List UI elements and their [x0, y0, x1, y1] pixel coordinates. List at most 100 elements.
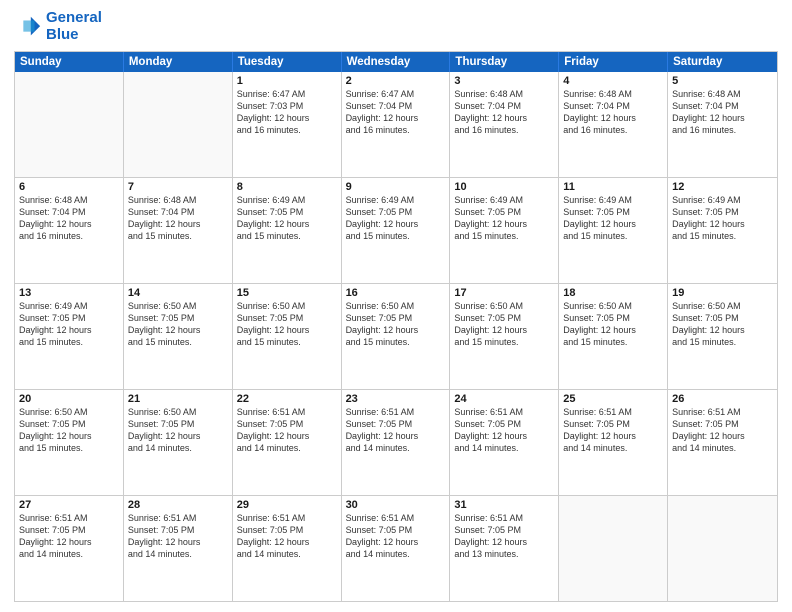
day-number: 2: [346, 75, 446, 87]
calendar-body: 1Sunrise: 6:47 AM Sunset: 7:03 PM Daylig…: [15, 72, 777, 601]
day-number: 4: [563, 75, 663, 87]
day-info: Sunrise: 6:49 AM Sunset: 7:05 PM Dayligh…: [454, 194, 554, 243]
calendar-day: 29Sunrise: 6:51 AM Sunset: 7:05 PM Dayli…: [233, 496, 342, 601]
day-info: Sunrise: 6:51 AM Sunset: 7:05 PM Dayligh…: [454, 512, 554, 561]
day-info: Sunrise: 6:48 AM Sunset: 7:04 PM Dayligh…: [563, 88, 663, 137]
day-number: 29: [237, 499, 337, 511]
calendar-day: 26Sunrise: 6:51 AM Sunset: 7:05 PM Dayli…: [668, 390, 777, 495]
calendar-day: 13Sunrise: 6:49 AM Sunset: 7:05 PM Dayli…: [15, 284, 124, 389]
calendar-day: 15Sunrise: 6:50 AM Sunset: 7:05 PM Dayli…: [233, 284, 342, 389]
calendar-day: 12Sunrise: 6:49 AM Sunset: 7:05 PM Dayli…: [668, 178, 777, 283]
day-number: 12: [672, 181, 773, 193]
weekday-header: Sunday: [15, 52, 124, 72]
weekday-header: Thursday: [450, 52, 559, 72]
calendar-week: 27 Sunrise: 6:51 AM Sunset: 7:05 PM Dayli…: [15, 496, 777, 601]
day-number: 27: [19, 499, 119, 511]
day-info: Sunrise: 6:50 AM Sunset: 7:05 PM Dayligh…: [237, 300, 337, 349]
calendar-day: 20Sunrise: 6:50 AM Sunset: 7:05 PM Dayli…: [15, 390, 124, 495]
day-number: 8: [237, 181, 337, 193]
calendar-day: 24Sunrise: 6:51 AM Sunset: 7:05 PM Dayli…: [450, 390, 559, 495]
weekday-header: Monday: [124, 52, 233, 72]
calendar-day: 3Sunrise: 6:48 AM Sunset: 7:04 PM Daylig…: [450, 72, 559, 177]
day-number: 19: [672, 287, 773, 299]
calendar-day: 7Sunrise: 6:48 AM Sunset: 7:04 PM Daylig…: [124, 178, 233, 283]
header: General Blue: [14, 10, 778, 43]
day-info: Sunrise: 6:50 AM Sunset: 7:05 PM Dayligh…: [454, 300, 554, 349]
calendar-day: 11Sunrise: 6:49 AM Sunset: 7:05 PM Dayli…: [559, 178, 668, 283]
day-info: Sunrise: 6:48 AM Sunset: 7:04 PM Dayligh…: [454, 88, 554, 137]
day-info: Sunrise: 6:51 AM Sunset: 7:05 PM Dayligh…: [346, 512, 446, 561]
day-number: 18: [563, 287, 663, 299]
calendar-day: 2Sunrise: 6:47 AM Sunset: 7:04 PM Daylig…: [342, 72, 451, 177]
day-number: 31: [454, 499, 554, 511]
day-info: Sunrise: 6:51 AM Sunset: 7:05 PM Dayligh…: [672, 406, 773, 455]
day-info: Sunrise: 6:49 AM Sunset: 7:05 PM Dayligh…: [19, 300, 119, 349]
day-number: 7: [128, 181, 228, 193]
calendar-day: 23Sunrise: 6:51 AM Sunset: 7:05 PM Dayli…: [342, 390, 451, 495]
calendar-day: 18Sunrise: 6:50 AM Sunset: 7:05 PM Dayli…: [559, 284, 668, 389]
weekday-header: Friday: [559, 52, 668, 72]
empty-day: [15, 72, 124, 177]
weekday-header: Wednesday: [342, 52, 451, 72]
day-number: 11: [563, 181, 663, 193]
day-number: 1: [237, 75, 337, 87]
calendar-day: 17Sunrise: 6:50 AM Sunset: 7:05 PM Dayli…: [450, 284, 559, 389]
calendar-day: 4Sunrise: 6:48 AM Sunset: 7:04 PM Daylig…: [559, 72, 668, 177]
day-number: 14: [128, 287, 228, 299]
day-info: Sunrise: 6:48 AM Sunset: 7:04 PM Dayligh…: [19, 194, 119, 243]
calendar-day: 19Sunrise: 6:50 AM Sunset: 7:05 PM Dayli…: [668, 284, 777, 389]
day-number: 6: [19, 181, 119, 193]
day-number: 22: [237, 393, 337, 405]
day-info: Sunrise: 6:50 AM Sunset: 7:05 PM Dayligh…: [128, 300, 228, 349]
weekday-header: Saturday: [668, 52, 777, 72]
day-info: Sunrise: 6:50 AM Sunset: 7:05 PM Dayligh…: [128, 406, 228, 455]
day-info: Sunrise: 6:49 AM Sunset: 7:05 PM Dayligh…: [346, 194, 446, 243]
day-info: Sunrise: 6:50 AM Sunset: 7:05 PM Dayligh…: [346, 300, 446, 349]
calendar-header: SundayMondayTuesdayWednesdayThursdayFrid…: [15, 52, 777, 72]
day-info: Sunrise: 6:51 AM Sunset: 7:05 PM Dayligh…: [237, 512, 337, 561]
day-info: Sunrise: 6:51 AM Sunset: 7:05 PM Dayligh…: [454, 406, 554, 455]
calendar-day: 9Sunrise: 6:49 AM Sunset: 7:05 PM Daylig…: [342, 178, 451, 283]
logo-icon: [14, 13, 42, 41]
day-info: Sunrise: 6:51 AM Sunset: 7:05 PM Dayligh…: [237, 406, 337, 455]
day-number: 20: [19, 393, 119, 405]
calendar-day: 22Sunrise: 6:51 AM Sunset: 7:05 PM Dayli…: [233, 390, 342, 495]
day-info: Sunrise: 6:48 AM Sunset: 7:04 PM Dayligh…: [128, 194, 228, 243]
calendar: SundayMondayTuesdayWednesdayThursdayFrid…: [14, 51, 778, 602]
day-number: 9: [346, 181, 446, 193]
day-number: 21: [128, 393, 228, 405]
day-number: 13: [19, 287, 119, 299]
calendar-day: 27Sunrise: 6:51 AM Sunset: 7:05 PM Dayli…: [15, 496, 124, 601]
calendar-day: 28Sunrise: 6:51 AM Sunset: 7:05 PM Dayli…: [124, 496, 233, 601]
weekday-header: Tuesday: [233, 52, 342, 72]
day-info: Sunrise: 6:47 AM Sunset: 7:03 PM Dayligh…: [237, 88, 337, 137]
day-number: 3: [454, 75, 554, 87]
day-number: 17: [454, 287, 554, 299]
day-info: Sunrise: 6:48 AM Sunset: 7:04 PM Dayligh…: [672, 88, 773, 137]
calendar-day: 21Sunrise: 6:50 AM Sunset: 7:05 PM Dayli…: [124, 390, 233, 495]
day-number: 16: [346, 287, 446, 299]
page: General Blue SundayMondayTuesdayWednesda…: [0, 0, 792, 612]
day-number: 26: [672, 393, 773, 405]
day-info: Sunrise: 6:47 AM Sunset: 7:04 PM Dayligh…: [346, 88, 446, 137]
calendar-week: 20Sunrise: 6:50 AM Sunset: 7:05 PM Dayli…: [15, 390, 777, 496]
day-number: 24: [454, 393, 554, 405]
empty-day: [668, 496, 777, 601]
day-info: Sunrise: 6:51 AM Sunset: 7:05 PM Dayligh…: [563, 406, 663, 455]
calendar-day: 16Sunrise: 6:50 AM Sunset: 7:05 PM Dayli…: [342, 284, 451, 389]
day-number: 15: [237, 287, 337, 299]
day-number: 30: [346, 499, 446, 511]
logo: General Blue: [14, 10, 102, 43]
day-info: Sunrise: 6:50 AM Sunset: 7:05 PM Dayligh…: [563, 300, 663, 349]
day-info: Sunrise: 6:51 AM Sunset: 7:05 PM Dayligh…: [128, 512, 228, 561]
empty-day: [124, 72, 233, 177]
empty-day: [559, 496, 668, 601]
day-info: Sunrise: 6:49 AM Sunset: 7:05 PM Dayligh…: [237, 194, 337, 243]
day-number: 10: [454, 181, 554, 193]
day-number: 23: [346, 393, 446, 405]
day-info: Sunrise: 6:50 AM Sunset: 7:05 PM Dayligh…: [19, 406, 119, 455]
calendar-day: 6Sunrise: 6:48 AM Sunset: 7:04 PM Daylig…: [15, 178, 124, 283]
day-info: Sunrise: 6:49 AM Sunset: 7:05 PM Dayligh…: [563, 194, 663, 243]
calendar-day: 1Sunrise: 6:47 AM Sunset: 7:03 PM Daylig…: [233, 72, 342, 177]
calendar-day: 14Sunrise: 6:50 AM Sunset: 7:05 PM Dayli…: [124, 284, 233, 389]
